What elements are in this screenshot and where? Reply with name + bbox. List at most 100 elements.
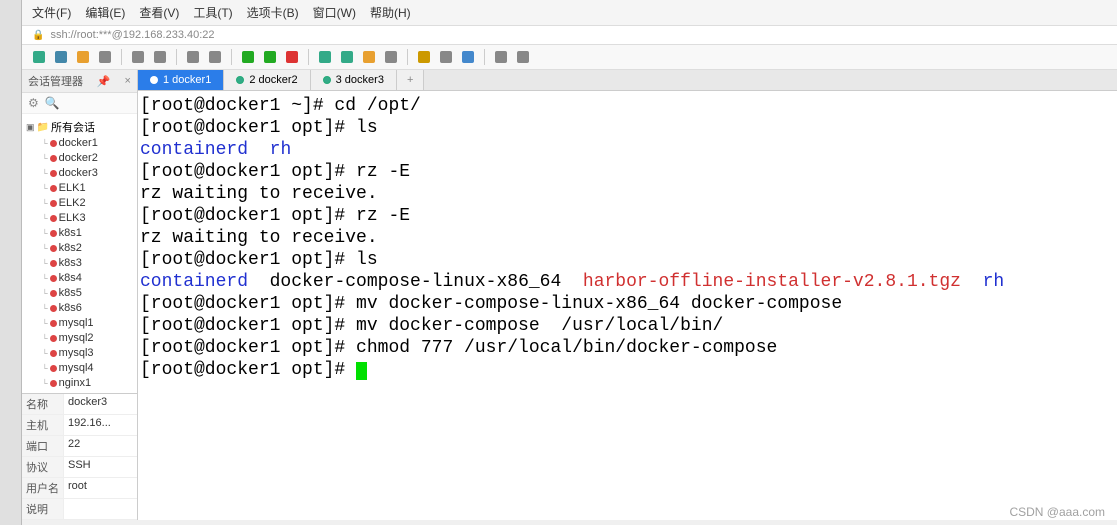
toolbar-paste-icon[interactable] [151,48,169,66]
toolbar-search-icon[interactable] [184,48,202,66]
tree-item-label: docker1 [59,136,98,151]
terminal-text: [root@docker1 ~]# cd /opt/ [140,96,421,116]
toolbar-red1-icon[interactable] [283,48,301,66]
add-tab-button[interactable]: + [397,70,424,90]
toolbar-sq1-icon[interactable] [316,48,334,66]
tab-status-icon [150,76,158,84]
toolbar-copy-icon[interactable] [129,48,147,66]
toolbar-separator [407,49,408,65]
tree-root-label: 所有会话 [51,119,95,135]
tab-status-icon [236,76,244,84]
tree-item[interactable]: └docker1 [24,136,135,151]
toolbar-green1-icon[interactable] [239,48,257,66]
tree-item[interactable]: └k8s5 [24,286,135,301]
tree-item[interactable]: └k8s3 [24,256,135,271]
tree-item-label: k8s2 [59,241,82,256]
toolbar-sq4-icon[interactable] [382,48,400,66]
property-key: 名称 [22,394,64,414]
tree-item-label: k8s6 [59,301,82,316]
session-dot-icon [50,335,57,342]
toolbar-prop-icon[interactable] [96,48,114,66]
session-tab[interactable]: 1 docker1 [138,70,224,90]
toolbar-green2-icon[interactable] [261,48,279,66]
sidebar-tool-icon[interactable]: ⚙ [28,96,39,110]
menu-edit[interactable]: 编辑(E) [85,4,125,21]
session-dot-icon [50,305,57,312]
session-dot-icon [50,185,57,192]
sidebar-header: 会话管理器 📌 × [22,70,137,93]
tab-status-icon [323,76,331,84]
tree-branch-icon: └ [42,166,48,181]
tree-item[interactable]: └mysql1 [24,316,135,331]
sidebar-tool-icon[interactable]: 🔍 [45,96,60,110]
menu-tabs[interactable]: 选项卡(B) [247,4,299,21]
tree-branch-icon: └ [42,286,48,301]
tree-branch-icon: └ [42,151,48,166]
tree-item[interactable]: └mysql4 [24,361,135,376]
toolbar-separator [308,49,309,65]
tree-item[interactable]: └docker2 [24,151,135,166]
terminal-text: containerd [140,272,248,292]
terminal-text: [root@docker1 opt]# rz -E [140,162,410,182]
tree-root[interactable]: ▣ 📁 所有会话 [24,118,135,136]
session-dot-icon [50,155,57,162]
terminal-text [248,140,270,160]
toolbar-q-icon[interactable] [492,48,510,66]
property-row: 端口22 [22,436,137,457]
menu-file[interactable]: 文件(F) [32,4,71,21]
tree-item[interactable]: └k8s2 [24,241,135,256]
tree-branch-icon: └ [42,271,48,286]
toolbar-hist-icon[interactable] [206,48,224,66]
tree-item-label: mysql2 [59,331,94,346]
property-row: 名称docker3 [22,394,137,415]
menu-window[interactable]: 窗口(W) [313,4,356,21]
tree-item-label: k8s1 [59,226,82,241]
toolbar-color-icon[interactable] [459,48,477,66]
tree-item-label: k8s3 [59,256,82,271]
toolbar-font-icon[interactable] [437,48,455,66]
tree-item[interactable]: └mysql2 [24,331,135,346]
address-bar: 🔒 ssh://root:***@192.168.233.40:22 [22,26,1117,45]
session-tab[interactable]: 3 docker3 [311,70,397,90]
tree-item[interactable]: └k8s4 [24,271,135,286]
terminal-text: docker-compose-linux-x86_64 [248,272,583,292]
tree-item[interactable]: └k8s1 [24,226,135,241]
tree-item[interactable]: └ELK2 [24,196,135,211]
session-dot-icon [50,380,57,387]
tree-item[interactable]: └nginx1 [24,376,135,391]
tree-item-label: ELK2 [59,196,86,211]
toolbar-plus-icon[interactable] [30,48,48,66]
toolbar-doc-icon[interactable] [52,48,70,66]
toolbar-separator [484,49,485,65]
menu-view[interactable]: 查看(V) [139,4,179,21]
sidebar-close-icon[interactable]: × [125,75,131,87]
session-dot-icon [50,230,57,237]
tree-expand-icon[interactable]: ▣ [26,122,35,133]
tree-item[interactable]: └ELK1 [24,181,135,196]
toolbar-folder-icon[interactable] [74,48,92,66]
tree-item[interactable]: └ELK3 [24,211,135,226]
toolbar-sq3-icon[interactable] [360,48,378,66]
toolbar-key-icon[interactable] [415,48,433,66]
tree-item[interactable]: └k8s6 [24,301,135,316]
property-row: 用户名root [22,478,137,499]
session-tab[interactable]: 2 docker2 [224,70,310,90]
terminal-line: [root@docker1 opt]# [140,359,1115,381]
property-value [64,499,137,519]
terminal[interactable]: [root@docker1 ~]# cd /opt/ [root@docker1 … [138,91,1117,520]
toolbar-sq2-icon[interactable] [338,48,356,66]
menu-tools[interactable]: 工具(T) [193,4,232,21]
session-dot-icon [50,200,57,207]
menu-help[interactable]: 帮助(H) [370,4,411,21]
tree-item[interactable]: └docker3 [24,166,135,181]
sidebar-pin-icon[interactable]: 📌 [97,75,111,88]
terminal-line: [root@docker1 opt]# ls [140,249,1115,271]
terminal-line: [root@docker1 opt]# mv docker-compose /u… [140,315,1115,337]
address-text[interactable]: ssh://root:***@192.168.233.40:22 [50,29,214,41]
session-tree[interactable]: ▣ 📁 所有会话 └docker1└docker2└docker3└ELK1└E… [22,114,137,393]
tree-item-label: mysql1 [59,316,94,331]
terminal-text: rz waiting to receive. [140,184,378,204]
session-sidebar: 会话管理器 📌 × ⚙ 🔍 ▣ 📁 所有会话 └docker1└docker2└… [22,70,138,520]
toolbar-zoom-icon[interactable] [514,48,532,66]
tree-item[interactable]: └mysql3 [24,346,135,361]
